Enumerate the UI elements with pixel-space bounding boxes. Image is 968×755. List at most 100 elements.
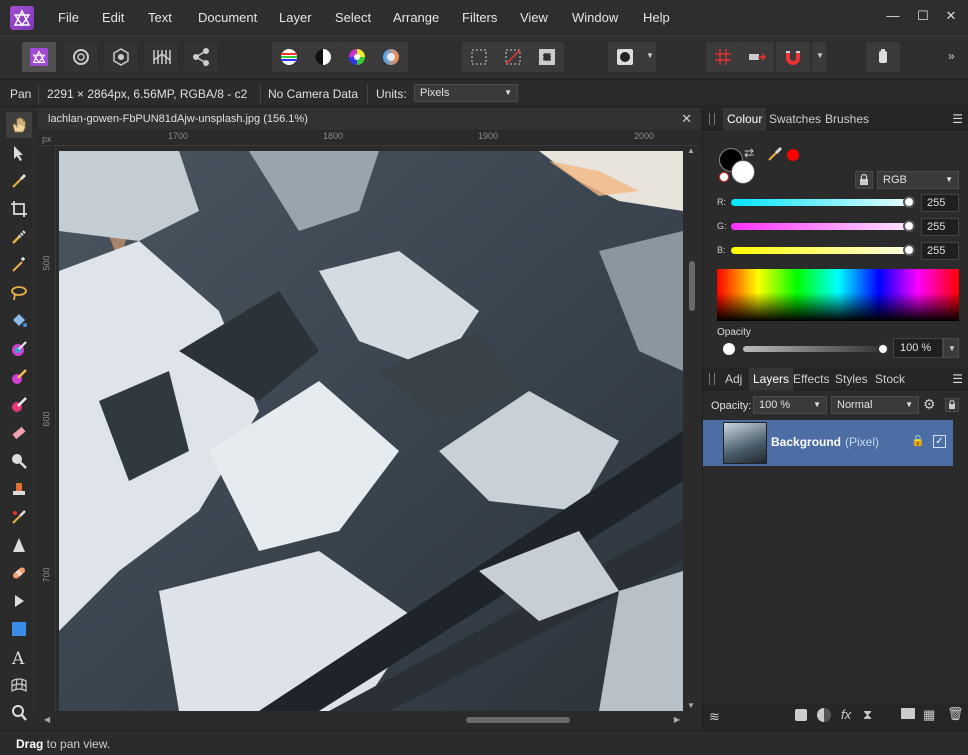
tab-styles[interactable]: Styles [835, 372, 868, 386]
sharpen-brush-tool-button[interactable] [6, 532, 32, 558]
assistant-button[interactable] [866, 42, 900, 72]
rectangle-tool-button[interactable] [6, 616, 32, 642]
mask-layer-icon[interactable] [795, 709, 807, 721]
panel-grip-icon[interactable] [709, 373, 715, 385]
tab-effects[interactable]: Effects [793, 372, 829, 386]
view-tool-button[interactable] [6, 112, 32, 138]
layer-thumbnail[interactable] [723, 422, 767, 464]
blue-channel-slider[interactable]: B: 255 [717, 242, 961, 260]
units-select[interactable]: Pixels ▼ [414, 84, 518, 102]
maximize-button[interactable]: ☐ [914, 8, 932, 26]
panel-menu-icon[interactable]: ☰ [952, 112, 963, 126]
zoom-tool-button[interactable] [6, 700, 32, 726]
quick-mask-dropdown[interactable]: ▼ [642, 42, 656, 72]
colour-spectrum[interactable] [717, 269, 959, 321]
adjustment-layer-icon[interactable] [817, 708, 831, 722]
opacity-slider-track[interactable] [743, 346, 883, 352]
lock-icon[interactable]: 🔒 [911, 434, 925, 447]
menu-edit[interactable]: Edit [102, 10, 124, 25]
vertical-scrollbar-thumb[interactable] [689, 261, 695, 311]
tab-adjustments[interactable]: Adj [725, 372, 742, 386]
horizontal-scrollbar[interactable]: ◀ ▶ [38, 712, 700, 728]
red-value-field[interactable]: 255 [921, 194, 959, 212]
tab-stock[interactable]: Stock [875, 372, 905, 386]
force-pixel-alignment-button[interactable] [740, 42, 774, 72]
erase-brush-tool-button[interactable] [6, 420, 32, 446]
vertical-scrollbar[interactable]: ▲ ▼ [684, 146, 700, 712]
tab-layers[interactable]: Layers [749, 368, 794, 390]
live-filter-icon[interactable]: ⧗ [863, 707, 872, 723]
mesh-warp-tool-button[interactable] [6, 672, 32, 698]
text-tool-button[interactable]: A [6, 644, 32, 670]
slider-track[interactable] [731, 223, 909, 230]
menu-filters[interactable]: Filters [462, 10, 497, 25]
toolbar-overflow-icon[interactable]: » [948, 49, 955, 63]
menu-layer[interactable]: Layer [279, 10, 312, 25]
tab-swatches[interactable]: Swatches [769, 112, 821, 126]
scroll-up-icon[interactable]: ▲ [687, 146, 695, 155]
snapping-grid-button[interactable] [706, 42, 740, 72]
flood-select-tool-button[interactable] [6, 252, 32, 278]
snapping-magnet-icon[interactable] [776, 42, 810, 72]
photo-persona-button[interactable] [22, 42, 56, 72]
menu-window[interactable]: Window [572, 10, 618, 25]
green-channel-slider[interactable]: G: 255 [717, 218, 961, 236]
snapping-dropdown[interactable]: ▼ [812, 42, 826, 72]
opacity-slider-knob[interactable] [877, 343, 889, 355]
opacity-value-field[interactable]: 100 % [893, 338, 943, 358]
move-tool-button[interactable] [6, 140, 32, 166]
folder-icon[interactable] [901, 708, 915, 719]
layer-visibility-checkbox[interactable]: ✓ [933, 435, 946, 448]
slider-track[interactable] [731, 247, 909, 254]
deselect-button[interactable] [496, 42, 530, 72]
hsl-button[interactable] [340, 42, 374, 72]
fx-icon[interactable]: fx [841, 707, 851, 722]
chevron-down-icon[interactable]: ▼ [943, 338, 959, 358]
swap-colours-icon[interactable]: ⇄ [744, 146, 754, 160]
selection-brush-tool-button[interactable] [6, 224, 32, 250]
liquify-persona-button[interactable] [64, 42, 98, 72]
invert-selection-button[interactable] [530, 42, 564, 72]
crop-tool-button[interactable] [6, 196, 32, 222]
gear-icon[interactable]: ⚙ [923, 396, 936, 413]
eyedropper-icon[interactable] [767, 146, 783, 162]
menu-file[interactable]: File [58, 10, 79, 25]
layer-opacity-select[interactable]: 100 % ▼ [753, 396, 827, 414]
add-pixel-layer-icon[interactable]: ▦ [923, 707, 935, 723]
blend-mode-select[interactable]: Normal ▼ [831, 396, 919, 414]
affinity-photo-logo-icon[interactable] [10, 6, 34, 30]
colour-model-select[interactable]: RGB ▼ [877, 171, 959, 189]
document-tab[interactable]: lachlan-gowen-FbPUN81dAjw-unsplash.jpg (… [38, 108, 700, 130]
layers-stack-icon[interactable]: ≋ [709, 709, 720, 725]
white-balance-button[interactable] [374, 42, 408, 72]
paint-brush-tool-button[interactable] [6, 336, 32, 362]
clone-brush-tool-button[interactable] [6, 476, 32, 502]
tab-colour[interactable]: Colour [723, 108, 767, 130]
color-picker-tool-button[interactable] [6, 168, 32, 194]
healing-brush-tool-button[interactable] [6, 504, 32, 530]
freehand-selection-tool-button[interactable] [6, 280, 32, 306]
inpainting-brush-tool-button[interactable] [6, 560, 32, 586]
marquee-select-button[interactable] [462, 42, 496, 72]
slider-knob[interactable] [903, 220, 915, 232]
close-icon[interactable]: ✕ [681, 111, 692, 127]
tone-mapping-persona-button[interactable] [144, 42, 178, 72]
node-tool-button[interactable] [6, 588, 32, 614]
minimize-button[interactable]: — [884, 8, 902, 26]
red-channel-slider[interactable]: R: 255 [717, 194, 961, 212]
green-value-field[interactable]: 255 [921, 218, 959, 236]
menu-arrange[interactable]: Arrange [393, 10, 439, 25]
no-colour-icon[interactable] [719, 172, 729, 182]
panel-menu-icon[interactable]: ☰ [952, 372, 963, 386]
menu-text[interactable]: Text [148, 10, 172, 25]
image-canvas[interactable] [59, 151, 683, 711]
horizontal-scrollbar-thumb[interactable] [466, 717, 570, 723]
slider-knob[interactable] [903, 196, 915, 208]
menu-select[interactable]: Select [335, 10, 371, 25]
slider-knob[interactable] [903, 244, 915, 256]
dodge-brush-tool-button[interactable] [6, 448, 32, 474]
panel-grip-icon[interactable] [709, 113, 715, 125]
scroll-right-icon[interactable]: ▶ [674, 715, 680, 724]
quick-mask-button[interactable] [608, 42, 642, 72]
picked-colour-swatch[interactable] [787, 149, 799, 161]
